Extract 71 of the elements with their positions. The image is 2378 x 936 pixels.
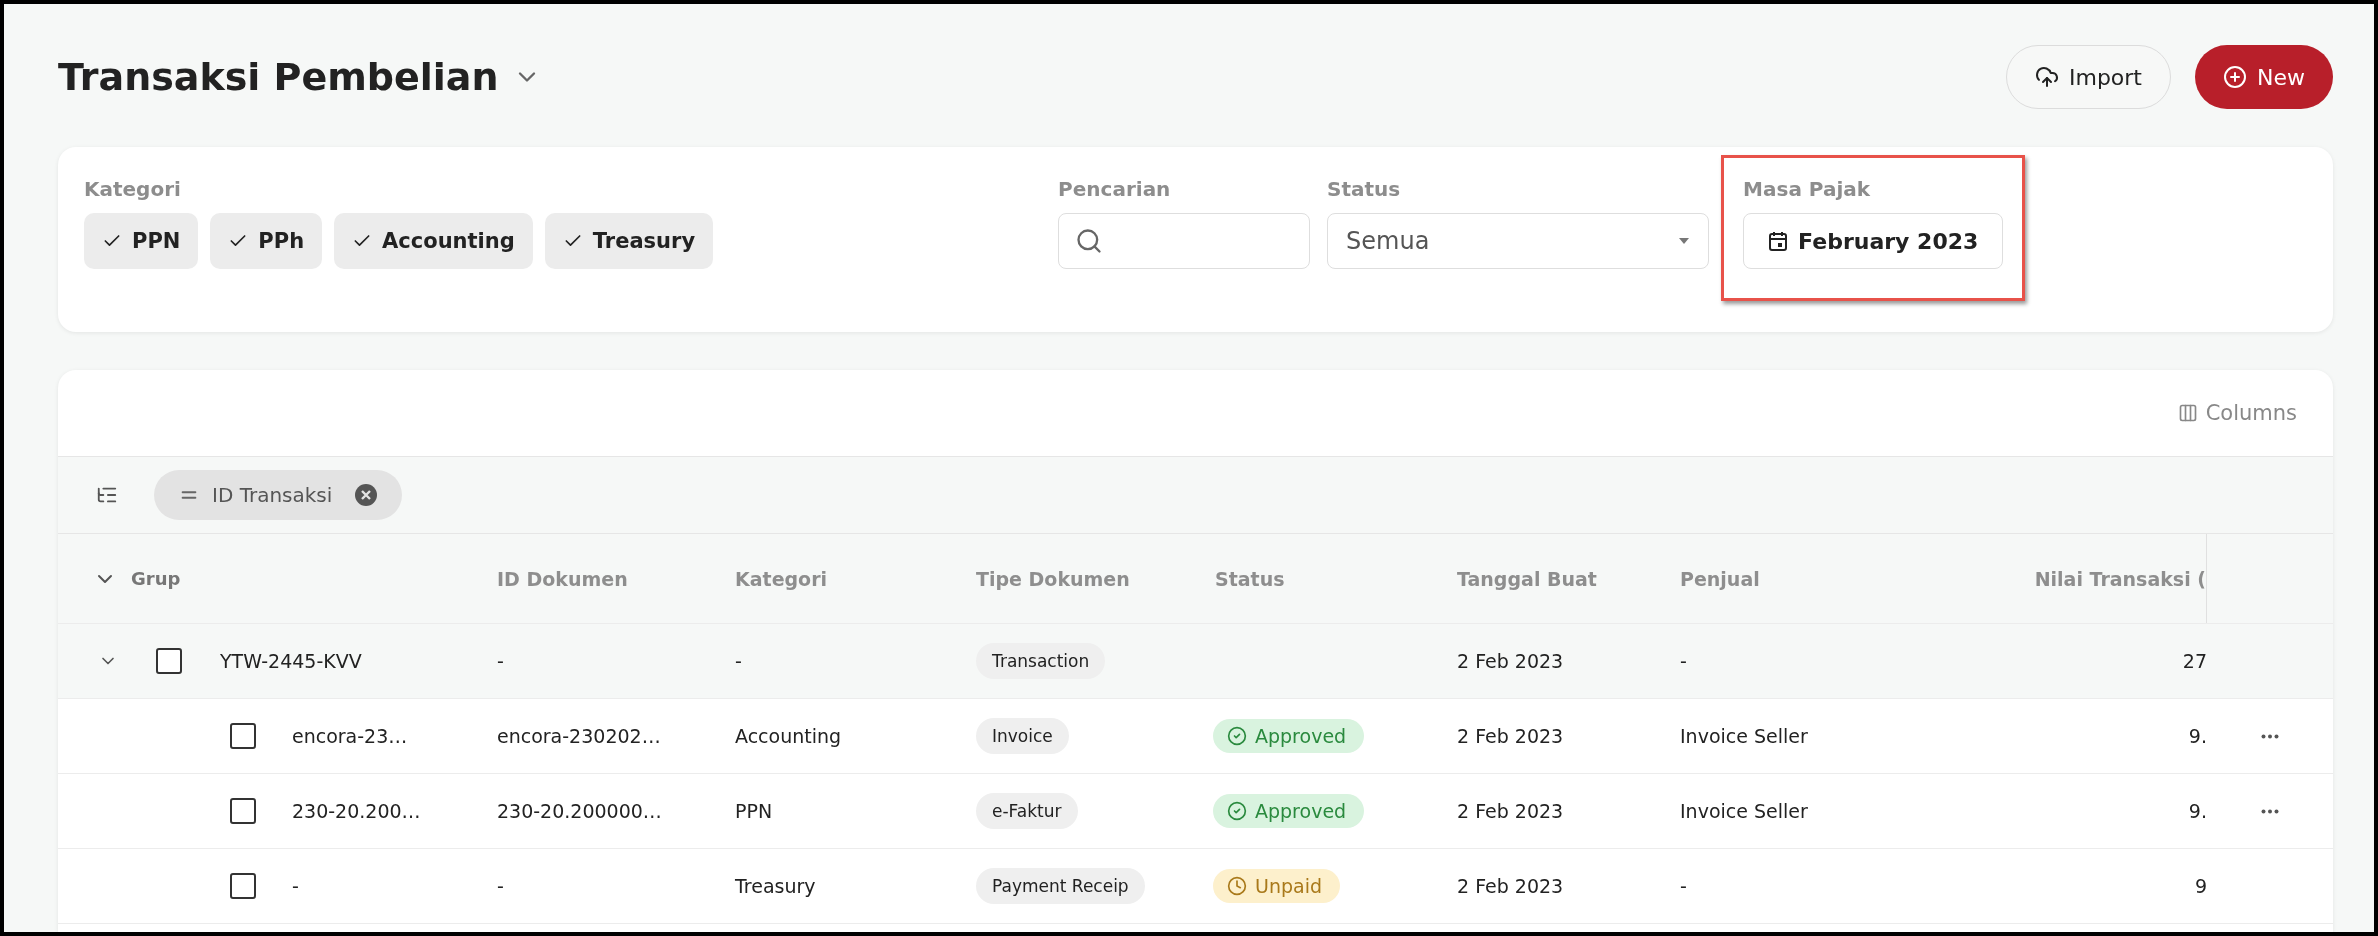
table-cell-text: 2 Feb 2023 bbox=[1456, 725, 1564, 747]
category-chip[interactable]: PPh bbox=[210, 213, 323, 269]
table-cell-text: - bbox=[1679, 875, 1687, 897]
table-cell: 9 bbox=[2194, 875, 2207, 897]
calendar-icon bbox=[1768, 230, 1789, 252]
column-header[interactable]: Tipe Dokumen bbox=[959, 567, 1198, 590]
table-cell: 9. bbox=[2188, 725, 2207, 747]
search-icon bbox=[1075, 227, 1104, 255]
document-type-tag: e-Faktur bbox=[976, 793, 1078, 829]
import-button[interactable]: Import bbox=[2006, 45, 2171, 109]
filter-label: Kategori bbox=[84, 177, 182, 203]
table-cell-text: - bbox=[734, 650, 742, 672]
column-header[interactable]: Penjual bbox=[1663, 567, 1900, 590]
table-cell-text: - bbox=[1679, 650, 1687, 672]
status-badge: Approved bbox=[1213, 794, 1365, 828]
caret-icon bbox=[1678, 237, 1691, 245]
column-header[interactable]: Status bbox=[1198, 567, 1440, 590]
table-cell-text: PPN bbox=[734, 800, 773, 822]
category-chip[interactable]: PPN bbox=[84, 213, 199, 269]
clock-icon bbox=[1227, 876, 1247, 896]
table-cell-text: - bbox=[496, 650, 504, 672]
column-header[interactable]: Grup bbox=[131, 568, 181, 589]
column-header[interactable]: Nilai Transaksi ( bbox=[1900, 534, 2207, 623]
table-cell-text: - bbox=[496, 875, 504, 897]
close-icon[interactable] bbox=[354, 483, 379, 507]
more-icon bbox=[2261, 733, 2279, 739]
table-cell: 9. bbox=[2188, 800, 2207, 822]
group-chip[interactable]: ID Transaksi bbox=[154, 470, 403, 520]
columns-icon bbox=[2177, 403, 2198, 423]
status-badge: Unpaid bbox=[1213, 869, 1340, 903]
table-cell-text: Accounting bbox=[734, 725, 842, 747]
status-select[interactable]: Semua bbox=[1327, 213, 1710, 269]
more-icon bbox=[2261, 808, 2279, 814]
filter-label: Masa Pajak bbox=[1743, 177, 1872, 203]
columns-button[interactable]: Columns bbox=[2171, 400, 2303, 426]
table-cell: 27 bbox=[2182, 650, 2207, 672]
table-cell-text: 2 Feb 2023 bbox=[1456, 650, 1564, 672]
checkbox[interactable] bbox=[230, 723, 256, 749]
date-picker-button[interactable]: February 2023 bbox=[1743, 213, 2004, 269]
table-cell-text: 2 Feb 2023 bbox=[1456, 875, 1564, 897]
column-header[interactable]: Tanggal Buat bbox=[1440, 567, 1663, 590]
checkbox[interactable] bbox=[156, 648, 182, 674]
table-cell-text: encora-230202… bbox=[496, 725, 661, 747]
checkbox[interactable] bbox=[230, 798, 256, 824]
table-cell: - bbox=[292, 875, 299, 897]
check-circle-icon bbox=[1227, 801, 1247, 821]
table-cell-text: 2 Feb 2023 bbox=[1456, 800, 1564, 822]
category-chip[interactable]: Accounting bbox=[334, 213, 533, 269]
new-button[interactable]: New bbox=[2195, 45, 2333, 109]
table-cell: encora-23… bbox=[292, 725, 408, 747]
table-cell-text: Treasury bbox=[734, 875, 816, 897]
table-cell-text: 230-20.200000… bbox=[496, 800, 662, 822]
filter-label: Pencarian bbox=[1058, 177, 1172, 203]
category-chip[interactable]: Treasury bbox=[544, 213, 714, 269]
document-type-tag: Payment Receip bbox=[976, 868, 1145, 904]
checkbox[interactable] bbox=[230, 873, 256, 899]
search-field[interactable] bbox=[1058, 213, 1311, 269]
table-cell-text: Invoice Seller bbox=[1679, 725, 1808, 747]
document-type-tag: Invoice bbox=[976, 718, 1069, 754]
check-circle-icon bbox=[1227, 726, 1247, 746]
page-title: Transaksi Pembelian bbox=[58, 55, 499, 99]
filter-label: Status bbox=[1327, 177, 1402, 203]
column-header[interactable]: Kategori bbox=[718, 567, 959, 590]
column-header[interactable]: ID Dokumen bbox=[480, 567, 718, 590]
plus-circle-icon bbox=[2223, 65, 2247, 89]
document-type-tag: Transaction bbox=[976, 643, 1106, 679]
table-cell: 230-20.200… bbox=[292, 800, 421, 822]
table-cell-text: Invoice Seller bbox=[1679, 800, 1808, 822]
status-badge: Approved bbox=[1213, 719, 1365, 753]
cloud-upload-icon bbox=[2035, 65, 2059, 89]
table-cell: YTW-2445-KVV bbox=[220, 650, 362, 672]
